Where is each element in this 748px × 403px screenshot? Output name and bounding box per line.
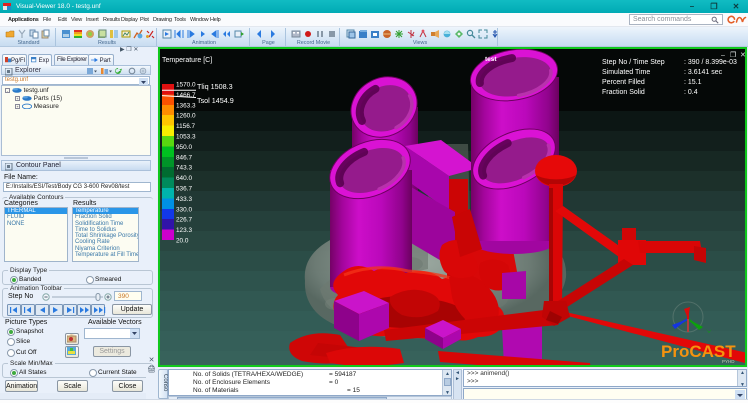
svg-text:Simulated Time: Simulated Time <box>602 69 650 76</box>
svg-text:Step No / Time Step: Step No / Time Step <box>602 59 665 66</box>
svg-text:536.7: 536.7 <box>176 186 192 193</box>
svg-text:Fraction Solid: Fraction Solid <box>602 89 645 96</box>
svg-text:123.3: 123.3 <box>176 227 192 234</box>
svg-text:❐: ❐ <box>730 51 736 59</box>
svg-text:1156.7: 1156.7 <box>176 123 196 130</box>
svg-text:test: test <box>485 56 497 63</box>
svg-text:743.3: 743.3 <box>176 165 192 172</box>
svg-text:: 0.4: : 0.4 <box>684 89 698 96</box>
svg-text:: 15.1: : 15.1 <box>684 79 702 86</box>
svg-text:433.3: 433.3 <box>176 196 192 203</box>
svg-text:1466.7: 1466.7 <box>176 92 196 99</box>
svg-text:1570.0: 1570.0 <box>176 82 196 89</box>
svg-text:640.0: 640.0 <box>176 175 192 182</box>
svg-text:–: – <box>721 52 725 59</box>
svg-text:Tsol 1454.9: Tsol 1454.9 <box>197 96 234 105</box>
svg-text:: 3.6141 sec: : 3.6141 sec <box>684 69 723 76</box>
svg-text:20.0: 20.0 <box>176 238 189 245</box>
svg-text:226.7: 226.7 <box>176 217 192 224</box>
svg-text:950.0: 950.0 <box>176 144 192 151</box>
svg-text:1363.3: 1363.3 <box>176 102 196 109</box>
svg-text:1053.3: 1053.3 <box>176 134 196 141</box>
svg-text:846.7: 846.7 <box>176 154 192 161</box>
svg-text:Tliq 1508.3: Tliq 1508.3 <box>197 82 233 91</box>
svg-text:✕: ✕ <box>740 52 745 59</box>
svg-text:Temperature [C]: Temperature [C] <box>162 57 212 64</box>
svg-text:1260.0: 1260.0 <box>176 113 196 120</box>
svg-text:Percent Filled: Percent Filled <box>602 79 645 86</box>
svg-text:330.0: 330.0 <box>176 206 192 213</box>
svg-text:PYHD: PYHD <box>722 359 735 364</box>
svg-text:: 390 / 8.399e-03: : 390 / 8.399e-03 <box>684 59 737 66</box>
